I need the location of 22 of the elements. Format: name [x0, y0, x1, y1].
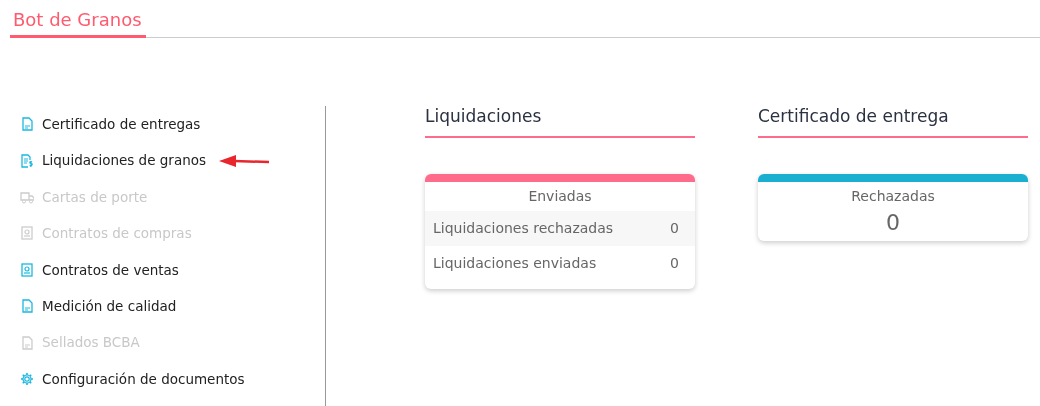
row-value: 0: [670, 253, 679, 273]
row-label: Liquidaciones rechazadas: [433, 218, 614, 238]
document-icon: [20, 299, 34, 314]
row-value: 0: [670, 218, 679, 238]
sidebar-item[interactable]: Liquidaciones de granos: [0, 142, 213, 179]
contract-icon: [20, 262, 34, 277]
section-title: Certificado de entrega: [758, 104, 1028, 138]
card-heading: Enviadas: [527, 186, 593, 206]
sidebar-item[interactable]: Certificado de entregas: [0, 106, 207, 143]
section-title: Liquidaciones: [425, 104, 695, 138]
document-icon: [20, 117, 34, 132]
contract-icon: [20, 226, 34, 241]
settings-icon: [20, 371, 34, 386]
stat-value: 0: [885, 210, 901, 237]
row-label: Liquidaciones enviadas: [433, 253, 597, 273]
truck-icon: [20, 189, 34, 204]
card-heading: Rechazadas: [850, 186, 936, 206]
sidebar-item[interactable]: Configuración de documentos: [0, 360, 251, 398]
document-icon: [20, 153, 34, 168]
sidebar-item[interactable]: Contratos de ventas: [0, 251, 185, 288]
document-icon: [20, 335, 34, 350]
sidebar-item[interactable]: Medición de calidad: [0, 287, 183, 325]
